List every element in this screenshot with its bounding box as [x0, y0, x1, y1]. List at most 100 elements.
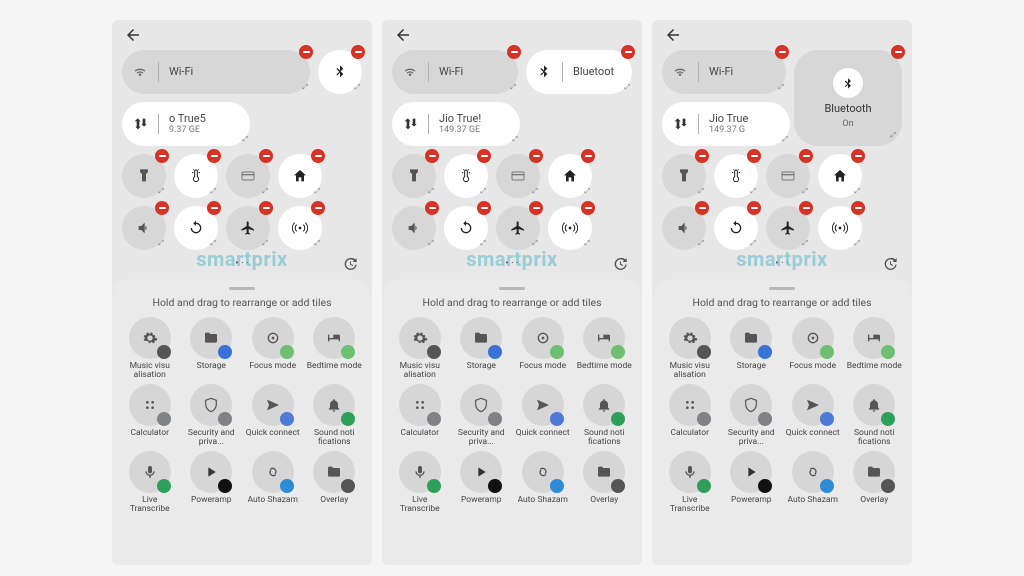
- wifi-tile[interactable]: Wi-Fi ⤢: [662, 50, 786, 94]
- rotate-tile[interactable]: ⤢: [444, 206, 488, 250]
- tray-tile[interactable]: Music visu alisation: [392, 317, 448, 380]
- mobile-data-tile[interactable]: Jio True 149.37 G ⤢: [662, 102, 790, 146]
- tray-tile[interactable]: Poweramp: [184, 451, 240, 514]
- tray-tile[interactable]: Poweramp: [724, 451, 780, 514]
- volume-tile[interactable]: ⤢: [122, 206, 166, 250]
- remove-icon[interactable]: [695, 149, 709, 163]
- tray-tile[interactable]: Live Transcribe: [662, 451, 718, 514]
- mobile-data-tile[interactable]: Jio True! 149.37 GE ⤢: [392, 102, 520, 146]
- card-tile[interactable]: ⤢: [226, 154, 270, 198]
- tray-tile[interactable]: Music visu alisation: [122, 317, 178, 380]
- tray-tile[interactable]: Security and priva...: [184, 384, 240, 447]
- remove-icon[interactable]: [891, 45, 905, 59]
- airplane-tile[interactable]: ⤢: [496, 206, 540, 250]
- card-tile[interactable]: ⤢: [766, 154, 810, 198]
- airplane-tile[interactable]: ⤢: [766, 206, 810, 250]
- remove-icon[interactable]: [311, 201, 325, 215]
- tray-tile[interactable]: Quick connect: [245, 384, 301, 447]
- remove-icon[interactable]: [799, 201, 813, 215]
- remove-icon[interactable]: [851, 149, 865, 163]
- remove-icon[interactable]: [775, 45, 789, 59]
- tray-tile[interactable]: Sound noti fications: [307, 384, 363, 447]
- remove-icon[interactable]: [507, 45, 521, 59]
- remove-icon[interactable]: [581, 149, 595, 163]
- tray-tile[interactable]: Auto Shazam: [515, 451, 571, 514]
- home-tile[interactable]: ⤢: [818, 154, 862, 198]
- tray-tile[interactable]: Auto Shazam: [245, 451, 301, 514]
- tray-tile[interactable]: Storage: [454, 317, 510, 380]
- remove-icon[interactable]: [747, 149, 761, 163]
- hotspot-tile[interactable]: ⤢: [818, 206, 862, 250]
- tray-tile[interactable]: Focus mode: [245, 317, 301, 380]
- tray-tile[interactable]: Bedtime mode: [577, 317, 633, 380]
- remove-icon[interactable]: [621, 45, 635, 59]
- remove-icon[interactable]: [351, 45, 365, 59]
- tray-tile[interactable]: Focus mode: [515, 317, 571, 380]
- remove-icon[interactable]: [477, 149, 491, 163]
- history-icon[interactable]: [882, 256, 898, 272]
- tray-tile[interactable]: Poweramp: [454, 451, 510, 514]
- home-tile[interactable]: ⤢: [548, 154, 592, 198]
- remove-icon[interactable]: [477, 201, 491, 215]
- remove-icon[interactable]: [207, 201, 221, 215]
- remove-icon[interactable]: [207, 149, 221, 163]
- remove-icon[interactable]: [581, 201, 595, 215]
- tray-tile[interactable]: Music visu alisation: [662, 317, 718, 380]
- tray-tile[interactable]: Quick connect: [515, 384, 571, 447]
- tray-tile[interactable]: Calculator: [122, 384, 178, 447]
- tray-tile[interactable]: Bedtime mode: [307, 317, 363, 380]
- hotspot-tile[interactable]: ⤢: [278, 206, 322, 250]
- thermo-tile[interactable]: ⤢: [444, 154, 488, 198]
- volume-tile[interactable]: ⤢: [392, 206, 436, 250]
- back-icon[interactable]: [394, 26, 412, 44]
- card-tile[interactable]: ⤢: [496, 154, 540, 198]
- home-tile[interactable]: ⤢: [278, 154, 322, 198]
- tray-tile[interactable]: Overlay: [307, 451, 363, 514]
- history-icon[interactable]: [342, 256, 358, 272]
- remove-icon[interactable]: [799, 149, 813, 163]
- tray-tile[interactable]: Quick connect: [785, 384, 841, 447]
- tray-tile[interactable]: Storage: [724, 317, 780, 380]
- remove-icon[interactable]: [851, 201, 865, 215]
- remove-icon[interactable]: [299, 45, 313, 59]
- remove-icon[interactable]: [695, 201, 709, 215]
- tray-tile[interactable]: Storage: [184, 317, 240, 380]
- history-icon[interactable]: [612, 256, 628, 272]
- remove-icon[interactable]: [155, 149, 169, 163]
- remove-icon[interactable]: [259, 149, 273, 163]
- drag-handle[interactable]: [229, 287, 255, 290]
- remove-icon[interactable]: [425, 149, 439, 163]
- bluetooth-tile[interactable]: ⤢: [318, 50, 362, 94]
- airplane-tile[interactable]: ⤢: [226, 206, 270, 250]
- remove-icon[interactable]: [311, 149, 325, 163]
- tray-tile[interactable]: Overlay: [577, 451, 633, 514]
- bluetooth-tile[interactable]: BluetoothOn⤢: [794, 50, 902, 146]
- flashlight-tile[interactable]: ⤢: [662, 154, 706, 198]
- tray-tile[interactable]: Security and priva...: [724, 384, 780, 447]
- back-icon[interactable]: [124, 26, 142, 44]
- volume-tile[interactable]: ⤢: [662, 206, 706, 250]
- thermo-tile[interactable]: ⤢: [714, 154, 758, 198]
- drag-handle[interactable]: [769, 287, 795, 290]
- tray-tile[interactable]: Security and priva...: [454, 384, 510, 447]
- drag-handle[interactable]: [499, 287, 525, 290]
- rotate-tile[interactable]: ⤢: [174, 206, 218, 250]
- remove-icon[interactable]: [425, 201, 439, 215]
- thermo-tile[interactable]: ⤢: [174, 154, 218, 198]
- wifi-tile[interactable]: Wi-Fi ⤢: [392, 50, 518, 94]
- hotspot-tile[interactable]: ⤢: [548, 206, 592, 250]
- tray-tile[interactable]: Sound noti fications: [847, 384, 903, 447]
- flashlight-tile[interactable]: ⤢: [392, 154, 436, 198]
- flashlight-tile[interactable]: ⤢: [122, 154, 166, 198]
- tray-tile[interactable]: Live Transcribe: [122, 451, 178, 514]
- back-icon[interactable]: [664, 26, 682, 44]
- mobile-data-tile[interactable]: o True5 9.37 GE ⤢: [122, 102, 250, 146]
- remove-icon[interactable]: [155, 201, 169, 215]
- tray-tile[interactable]: Bedtime mode: [847, 317, 903, 380]
- tray-tile[interactable]: Live Transcribe: [392, 451, 448, 514]
- remove-icon[interactable]: [259, 201, 273, 215]
- wifi-tile[interactable]: Wi-Fi ⤢: [122, 50, 310, 94]
- tray-tile[interactable]: Sound noti fications: [577, 384, 633, 447]
- remove-icon[interactable]: [747, 201, 761, 215]
- remove-icon[interactable]: [529, 201, 543, 215]
